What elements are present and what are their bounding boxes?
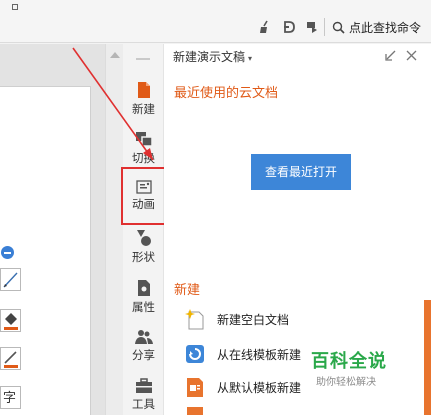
document-icon: [137, 82, 150, 98]
watermark-sub: 助你轻松解决: [316, 377, 376, 388]
panel-title: 新建演示文稿: [173, 50, 246, 64]
tab-transition-label: 切换: [132, 151, 155, 165]
default-template-icon: [187, 378, 203, 397]
pane-grip[interactable]: [136, 58, 150, 60]
paint-bucket-icon: [4, 313, 18, 330]
properties-icon: [137, 280, 150, 296]
broom-icon[interactable]: [258, 20, 272, 34]
window-restore-icon[interactable]: [12, 4, 18, 10]
line-pen-icon: [3, 272, 18, 288]
fill-tool-button[interactable]: [0, 309, 21, 332]
scroll-up-icon[interactable]: [110, 52, 120, 58]
new-blank-document-label: 新建空白文档: [217, 312, 290, 327]
flag-icon[interactable]: [305, 20, 319, 34]
transition-icon: [135, 132, 153, 147]
vertical-scrollbar[interactable]: [105, 44, 123, 415]
command-search[interactable]: 点此查找命令: [332, 18, 421, 36]
more-items-icon: [187, 407, 203, 415]
toolbox-icon: [135, 378, 152, 393]
share-icon: [134, 330, 153, 344]
watermark: 百科全说 助你轻松解决: [311, 347, 393, 388]
collapse-icon[interactable]: [1, 246, 14, 259]
search-icon: [332, 21, 345, 34]
text-char: 字: [3, 391, 17, 406]
tab-new[interactable]: 新建: [123, 81, 164, 129]
new-heading: 新建: [174, 283, 201, 298]
chevron-down-icon: ▾: [248, 54, 253, 63]
shape-icon: [136, 230, 151, 246]
watermark-main: 百科全说: [311, 351, 387, 372]
outline-pen-icon: [4, 351, 18, 368]
tab-share[interactable]: 分享: [123, 329, 164, 377]
sparkle-doc-icon: [185, 309, 204, 330]
tab-properties-label: 属性: [132, 300, 155, 314]
new-from-online-template-label: 从在线模板新建: [217, 347, 302, 362]
toolbar-separator: [324, 18, 325, 36]
new-from-default-template-label: 从默认模板新建: [217, 380, 302, 395]
close-icon[interactable]: [406, 50, 417, 61]
task-pane-tabs: 新建 切换 动画 形状 属性 分享 工具: [123, 44, 164, 415]
panel-title-dropdown[interactable]: 新建演示文稿 ▾: [173, 48, 252, 65]
new-blank-document[interactable]: 新建空白文档: [184, 306, 414, 332]
line-tool-button[interactable]: [0, 268, 21, 291]
view-recent-button[interactable]: 查看最近打开: [251, 154, 351, 190]
tab-shape[interactable]: 形状: [123, 229, 164, 277]
tab-shape-label: 形状: [132, 250, 155, 264]
online-template-icon: [186, 345, 204, 363]
side-collapse-tab[interactable]: [424, 300, 431, 415]
tab-share-label: 分享: [132, 348, 155, 362]
outline-tool-button[interactable]: [0, 347, 21, 370]
tab-properties[interactable]: 属性: [123, 279, 164, 327]
app-window: 点此查找命令 字 新建 切换 动画 形状 属性 分享 工具 新建演示文稿 ▾ 最…: [0, 0, 431, 415]
text-tool-button[interactable]: 字: [0, 386, 21, 409]
top-toolbar: 点此查找命令: [0, 0, 431, 43]
d-icon[interactable]: [282, 20, 296, 34]
tab-new-label: 新建: [132, 102, 155, 116]
recent-cloud-docs-heading: 最近使用的云文档: [174, 86, 279, 101]
search-label: 点此查找命令: [349, 20, 422, 35]
tab-tools-label: 工具: [132, 397, 155, 411]
pin-arrow-icon[interactable]: [385, 50, 396, 61]
tab-tools[interactable]: 工具: [123, 378, 164, 415]
